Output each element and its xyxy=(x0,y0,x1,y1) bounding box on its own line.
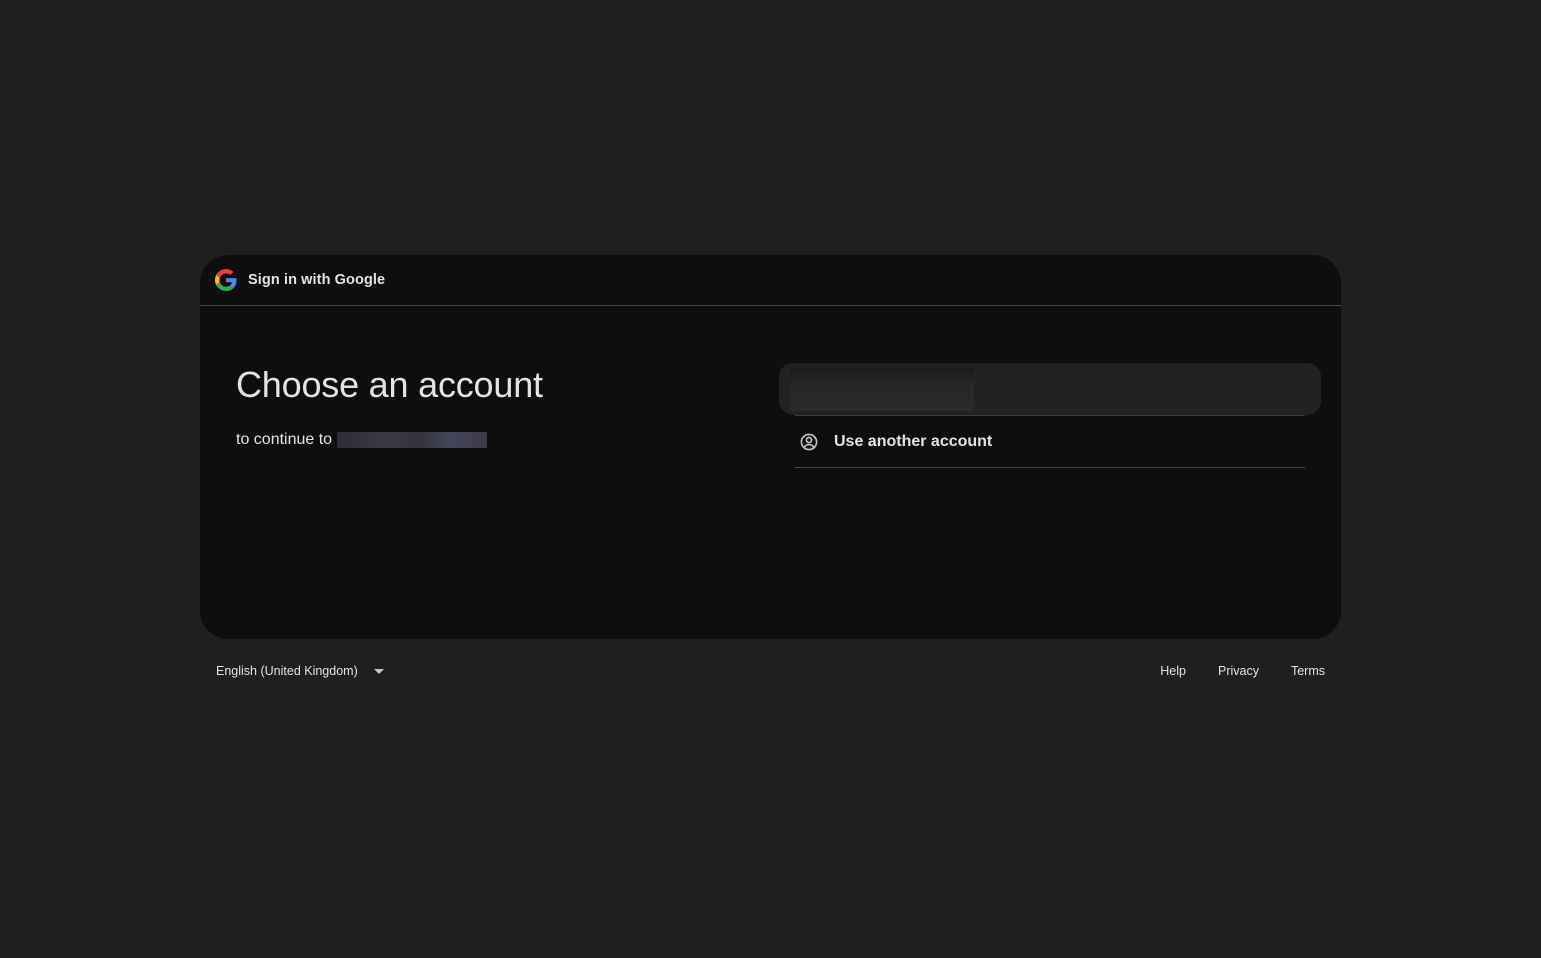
caret-down-icon xyxy=(373,668,384,674)
google-g-icon xyxy=(215,269,237,291)
continue-subtitle: to continue to xyxy=(236,431,543,449)
account-item[interactable] xyxy=(779,363,1321,415)
language-label: English (United Kingdom) xyxy=(216,664,358,678)
use-another-account-button[interactable]: Use another account xyxy=(795,416,1305,468)
use-another-account-label: Use another account xyxy=(834,432,993,450)
footer-links: Help Privacy Terms xyxy=(1128,655,1325,687)
help-link[interactable]: Help xyxy=(1160,664,1186,678)
card-header: Sign in with Google xyxy=(200,255,1341,306)
intro-section: Choose an account to continue to xyxy=(236,361,543,449)
account-list: Use another account xyxy=(779,363,1321,468)
language-select[interactable]: English (United Kingdom) xyxy=(216,655,384,687)
footer: English (United Kingdom) Help Privacy Te… xyxy=(200,655,1341,687)
sign-in-card: Sign in with Google Choose an account to… xyxy=(200,255,1341,639)
redacted-app-name xyxy=(337,432,488,448)
header-title: Sign in with Google xyxy=(248,272,386,288)
page-title: Choose an account xyxy=(236,364,543,405)
privacy-link[interactable]: Privacy xyxy=(1218,664,1259,678)
terms-link[interactable]: Terms xyxy=(1291,664,1325,678)
redacted-account-info xyxy=(790,368,974,411)
person-circle-icon xyxy=(799,432,819,452)
continue-prefix: to continue to xyxy=(236,431,333,448)
